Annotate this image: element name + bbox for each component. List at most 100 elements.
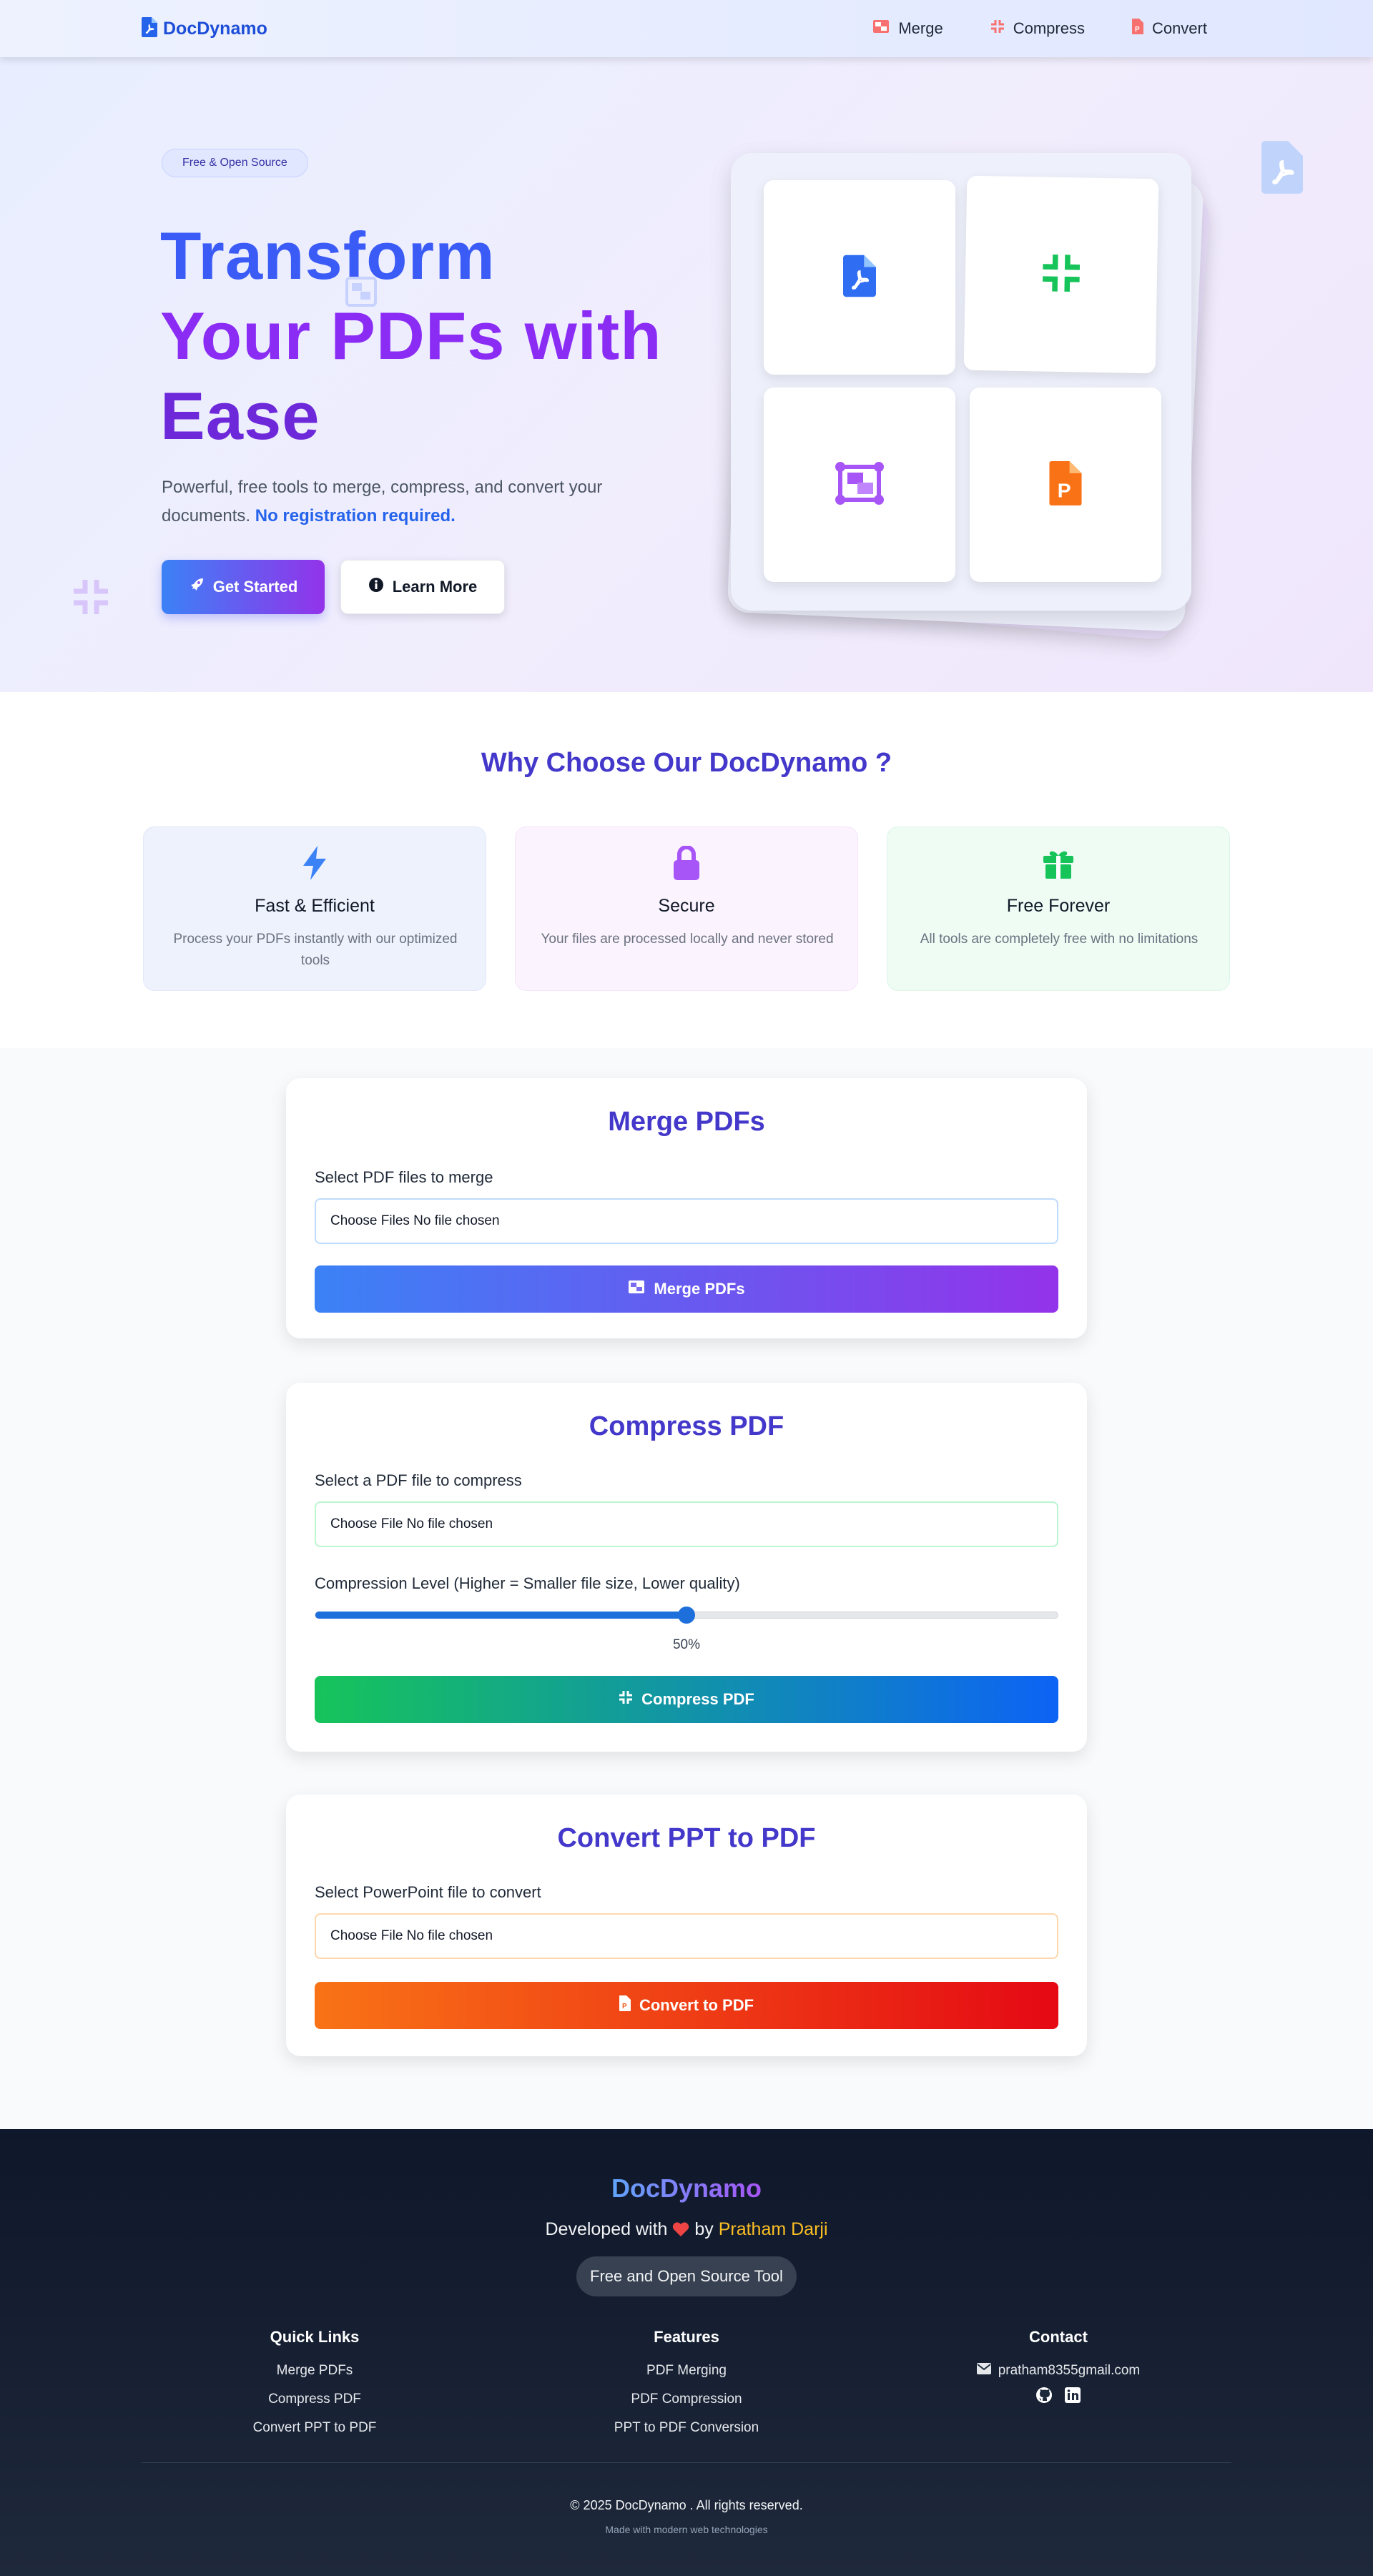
footer-copyright: © 2025 DocDynamo . All rights reserved.: [570, 2498, 803, 2512]
nav-link-label: Convert: [1151, 19, 1207, 37]
footer-brand-text: DocDynamo: [611, 2173, 762, 2203]
compress-icon: [1040, 252, 1082, 297]
compress-icon: [619, 1690, 633, 1709]
pdf-file-icon: [142, 17, 157, 41]
footer-feature-item: PPT to PDF Conversion: [614, 2420, 759, 2435]
footer: DocDynamo Developed with by Pratham Darj…: [0, 2129, 1373, 2576]
illustration-tile-ppt: P: [970, 388, 1161, 582]
nav-link-label: Compress: [1013, 19, 1085, 37]
feature-title: Free Forever: [1006, 896, 1111, 916]
compress-file-input[interactable]: Choose File No file chosen: [315, 1501, 1058, 1547]
compress-title: Compress PDF: [589, 1411, 784, 1441]
footer-feature-item: PDF Compression: [631, 2392, 742, 2407]
svg-text:P: P: [1135, 26, 1140, 34]
footer-link-compress[interactable]: Compress PDF: [186, 2385, 443, 2414]
merge-card: Merge PDFs Select PDF files to merge Cho…: [286, 1078, 1087, 1338]
convert-icon: P: [1131, 19, 1143, 39]
footer-dev-by: by: [694, 2219, 714, 2239]
footer-email-link[interactable]: pratham8355gmail.com: [930, 2357, 1187, 2385]
why-section-title: Why Choose Our DocDynamo ?: [481, 748, 892, 778]
hero-title: Transform Your PDFs with Ease: [160, 216, 704, 456]
hero-title-line3: Ease: [160, 378, 320, 453]
convert-title: Convert PPT to PDF: [557, 1823, 816, 1853]
merge-icon: [872, 19, 890, 38]
bolt-icon: [144, 846, 486, 880]
floating-compress-icon: [72, 578, 110, 620]
lock-icon: [516, 846, 857, 880]
footer-made-with: Made with modern web technologies: [605, 2524, 768, 2535]
hero-description: Powerful, free tools to merge, compress,…: [162, 473, 648, 531]
merge-title: Merge PDFs: [608, 1107, 765, 1137]
compress-card: Compress PDF Select a PDF file to compre…: [286, 1383, 1087, 1752]
footer-link-merge[interactable]: Merge PDFs: [186, 2357, 443, 2385]
hero-section: Free & Open Source Transform Your PDFs w…: [0, 57, 1373, 692]
convert-field-label: Select PowerPoint file to convert: [315, 1883, 541, 1901]
svg-text:P: P: [1058, 478, 1071, 501]
get-started-button[interactable]: Get Started: [162, 560, 325, 614]
merge-field-label: Select PDF files to merge: [315, 1168, 493, 1186]
compression-level-label: Compression Level (Higher = Smaller file…: [315, 1574, 740, 1592]
nav-links: Merge Compress P Convert: [872, 19, 1207, 39]
floating-pdf-icon: [1261, 140, 1303, 198]
illustration-tile-compress: [963, 175, 1159, 374]
brand-name: DocDynamo: [163, 19, 267, 39]
footer-col-heading: Contact: [1029, 2328, 1088, 2346]
hero-title-line1: Transform: [160, 218, 496, 293]
hero-badge: Free & Open Source: [162, 149, 308, 177]
envelope-icon: [976, 2357, 991, 2385]
hero-desc-accent: No registration required.: [255, 506, 456, 525]
hero-title-line2: Your PDFs with: [160, 298, 662, 373]
footer-socials: [930, 2387, 1187, 2407]
footer-col-heading: Features: [654, 2328, 719, 2346]
info-circle-icon: [368, 577, 384, 597]
footer-dev-prefix: Developed with: [545, 2219, 668, 2239]
compress-pdf-button[interactable]: Compress PDF: [315, 1676, 1058, 1723]
slider-fill: [315, 1612, 686, 1619]
feature-card-secure: Secure Your files are processed locally …: [515, 826, 858, 991]
rocket-icon: [189, 577, 205, 597]
get-started-label: Get Started: [212, 578, 298, 596]
learn-more-button[interactable]: Learn More: [340, 560, 505, 614]
footer-author-link[interactable]: Pratham Darji: [719, 2219, 828, 2239]
illustration-card-front: P: [731, 153, 1191, 611]
nav-link-compress[interactable]: Compress: [990, 19, 1085, 39]
compression-level-value: 50%: [672, 1637, 701, 1652]
footer-link-convert[interactable]: Convert PPT to PDF: [186, 2414, 443, 2442]
convert-icon: P: [619, 1995, 631, 2015]
compress-field-label: Select a PDF file to compress: [315, 1471, 522, 1489]
feature-title: Secure: [658, 896, 715, 916]
merge-object-icon: [835, 461, 885, 509]
merge-icon: [628, 1280, 645, 1298]
feature-title: Fast & Efficient: [255, 896, 375, 916]
footer-brand: DocDynamo: [0, 2173, 1373, 2204]
footer-features: Features PDF Merging PDF Compression PPT…: [558, 2328, 815, 2442]
footer-col-heading: Quick Links: [270, 2328, 360, 2346]
brand-logo-link[interactable]: DocDynamo: [142, 17, 267, 41]
powerpoint-file-icon: P: [1048, 460, 1083, 509]
nav-link-label: Merge: [898, 19, 943, 37]
footer-email-text: pratham8355gmail.com: [998, 2363, 1141, 2378]
illustration-tile-merge: [764, 388, 955, 582]
footer-developer-line: Developed with by Pratham Darji: [0, 2219, 1373, 2240]
feature-card-fast: Fast & Efficient Process your PDFs insta…: [143, 826, 486, 991]
feature-desc: All tools are completely free with no li…: [920, 932, 1199, 947]
footer-quick-links: Quick Links Merge PDFs Compress PDF Conv…: [186, 2328, 443, 2442]
merge-button-label: Merge PDFs: [654, 1280, 745, 1298]
heart-icon: [672, 2219, 694, 2239]
compress-icon: [990, 19, 1005, 38]
convert-file-input[interactable]: Choose File No file chosen: [315, 1913, 1058, 1959]
convert-to-pdf-button[interactable]: P Convert to PDF: [315, 1982, 1058, 2029]
nav-link-convert[interactable]: P Convert: [1131, 19, 1207, 39]
feature-card-free: Free Forever All tools are completely fr…: [887, 826, 1230, 991]
linkedin-icon[interactable]: [1064, 2387, 1081, 2407]
merge-pdfs-button[interactable]: Merge PDFs: [315, 1265, 1058, 1313]
pdf-file-icon: [843, 254, 876, 302]
slider-thumb[interactable]: [678, 1607, 695, 1624]
merge-file-input[interactable]: Choose Files No file chosen: [315, 1198, 1058, 1244]
github-icon[interactable]: [1035, 2387, 1053, 2407]
tools-section: Merge PDFs Select PDF files to merge Cho…: [0, 1048, 1373, 2129]
feature-desc: Your files are processed locally and nev…: [541, 932, 834, 947]
nav-link-merge[interactable]: Merge: [872, 19, 943, 39]
compression-level-slider[interactable]: [315, 1607, 1058, 1624]
convert-button-label: Convert to PDF: [639, 1996, 754, 2014]
